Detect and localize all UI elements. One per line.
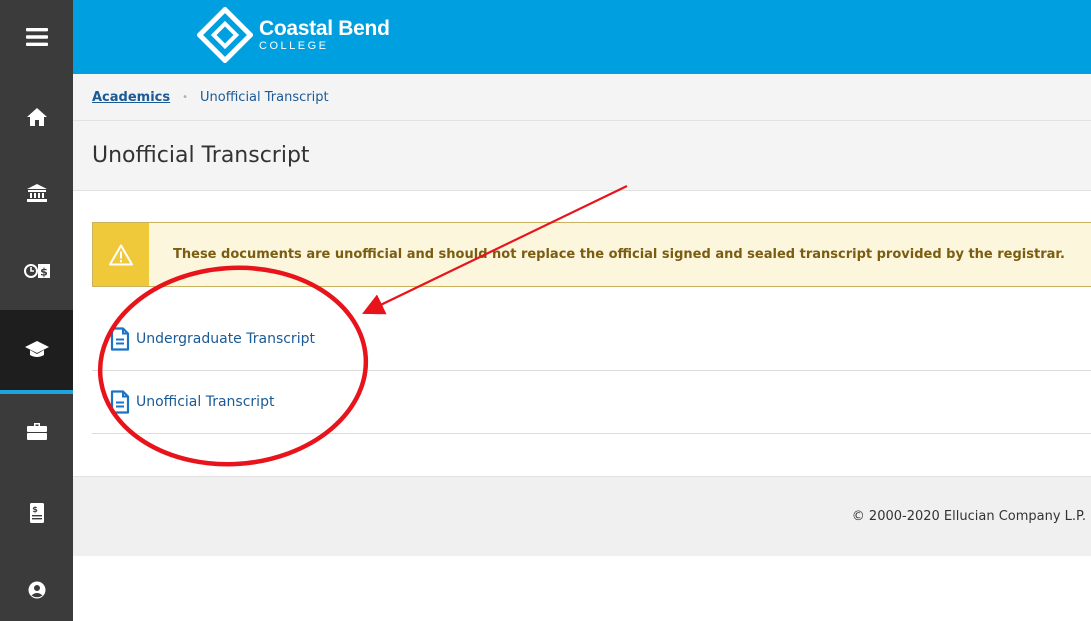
document-list: Undergraduate Transcript Unofficial Tran… (92, 308, 1091, 434)
rail-item-employment[interactable] (0, 400, 73, 462)
logo-text: Coastal Bend COLLEGE (259, 18, 390, 52)
rail-item-time-pay[interactable]: $ (0, 240, 73, 302)
college-logo[interactable]: Coastal Bend COLLEGE (197, 7, 390, 63)
rail-item-profile[interactable] (0, 559, 73, 621)
menu-icon (25, 28, 48, 46)
bank-icon (26, 184, 47, 202)
top-header: Coastal Bend COLLEGE (73, 0, 1091, 74)
breadcrumb-current: Unofficial Transcript (200, 89, 329, 105)
warning-text: These documents are unofficial and shoul… (173, 247, 1065, 262)
rail-item-home[interactable] (0, 86, 73, 148)
menu-button[interactable] (0, 6, 73, 68)
rail-item-finance[interactable] (0, 162, 73, 224)
breadcrumb: Academics • Unofficial Transcript (73, 74, 1091, 121)
svg-text:$: $ (40, 266, 48, 279)
time-money-icon: $ (23, 264, 50, 279)
copyright-text: © 2000-2020 Ellucian Company L.P. (851, 509, 1086, 524)
warning-icon (109, 244, 133, 265)
document-icon (110, 327, 130, 351)
unofficial-transcript-link[interactable]: Unofficial Transcript (110, 390, 274, 414)
document-icon (110, 390, 130, 414)
warning-icon-box (93, 223, 149, 286)
page-title: Unofficial Transcript (92, 143, 310, 168)
list-item: Undergraduate Transcript (92, 308, 1091, 371)
document-label: Unofficial Transcript (136, 394, 275, 410)
briefcase-icon (26, 423, 47, 440)
breadcrumb-separator: • (182, 91, 189, 103)
logo-subtitle: COLLEGE (259, 40, 329, 52)
breadcrumb-academics-link[interactable]: Academics (92, 90, 170, 105)
graduation-cap-icon (24, 341, 49, 357)
rail-item-academics[interactable] (0, 310, 73, 390)
svg-text:$: $ (32, 505, 38, 514)
page-footer: © 2000-2020 Ellucian Company L.P. (73, 476, 1091, 556)
nav-rail: $ $ (0, 0, 73, 621)
logo-mark-icon (197, 7, 253, 63)
home-icon (26, 108, 47, 126)
rail-item-statements[interactable]: $ (0, 482, 73, 544)
list-item: Unofficial Transcript (92, 371, 1091, 434)
ledger-icon: $ (29, 503, 44, 523)
page-title-bar: Unofficial Transcript (73, 121, 1091, 191)
user-circle-icon (28, 581, 45, 599)
warning-alert: These documents are unofficial and shoul… (92, 222, 1091, 287)
active-indicator (0, 390, 73, 394)
logo-name: Coastal Bend (259, 17, 390, 40)
document-label: Undergraduate Transcript (136, 331, 315, 347)
undergraduate-transcript-link[interactable]: Undergraduate Transcript (110, 327, 315, 351)
